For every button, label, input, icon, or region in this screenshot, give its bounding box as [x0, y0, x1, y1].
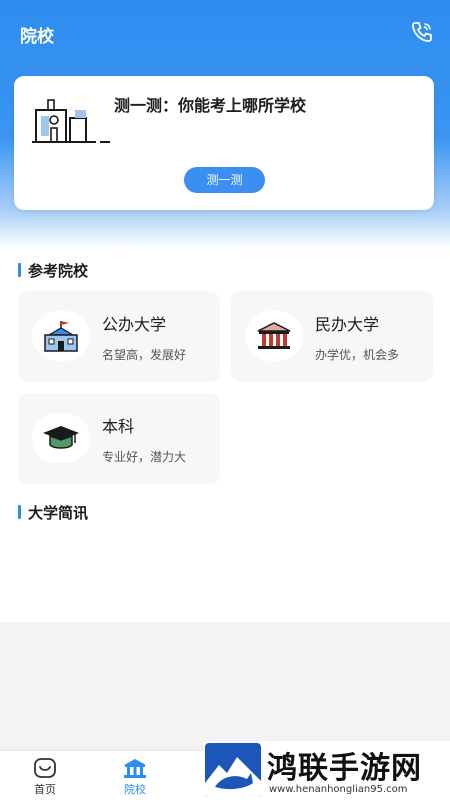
watermark-logo-icon: [205, 743, 261, 797]
page-title: 院校: [20, 27, 54, 47]
card-subtitle: 专业好，潜力大: [102, 450, 187, 464]
card-subtitle: 名望高，发展好: [102, 348, 187, 362]
quiz-title: 测一测：你能考上哪所学校: [114, 96, 307, 115]
home-icon: [34, 758, 56, 778]
public-university-card[interactable]: 公办大学 名望高，发展好: [18, 291, 220, 382]
phone-icon[interactable]: [410, 20, 434, 44]
watermark-url: www.henanhonglian95.com: [269, 784, 408, 795]
tab-label: 首页: [34, 783, 56, 796]
tab-label: 院校: [124, 783, 146, 796]
graduation-cap-icon: [32, 413, 90, 463]
quiz-button[interactable]: 测一测: [184, 167, 265, 193]
card-title: 公办大学: [102, 315, 167, 334]
card-title: 本科: [102, 417, 135, 436]
school-illustration-icon: [32, 99, 110, 143]
undergraduate-card[interactable]: 本科 专业好，潜力大: [18, 393, 220, 484]
school-icon: [124, 759, 146, 778]
content-placeholder: [0, 622, 450, 750]
quiz-card: 测一测：你能考上哪所学校 测一测: [14, 76, 434, 210]
watermark: 鸿联手游网 www.henanhonglian95.com: [203, 741, 450, 800]
card-title: 民办大学: [315, 315, 380, 334]
private-university-card[interactable]: 民办大学 办学优，机会多: [231, 291, 433, 382]
tab-school[interactable]: 院校: [105, 757, 165, 797]
school-building-icon: [32, 311, 90, 361]
card-subtitle: 办学优，机会多: [315, 348, 400, 362]
news-section-title: 大学简讯: [18, 502, 88, 523]
watermark-text: 鸿联手游网: [267, 751, 422, 786]
reference-section-title: 参考院校: [18, 260, 88, 281]
tab-home[interactable]: 首页: [15, 757, 75, 797]
institution-icon: [245, 311, 303, 361]
